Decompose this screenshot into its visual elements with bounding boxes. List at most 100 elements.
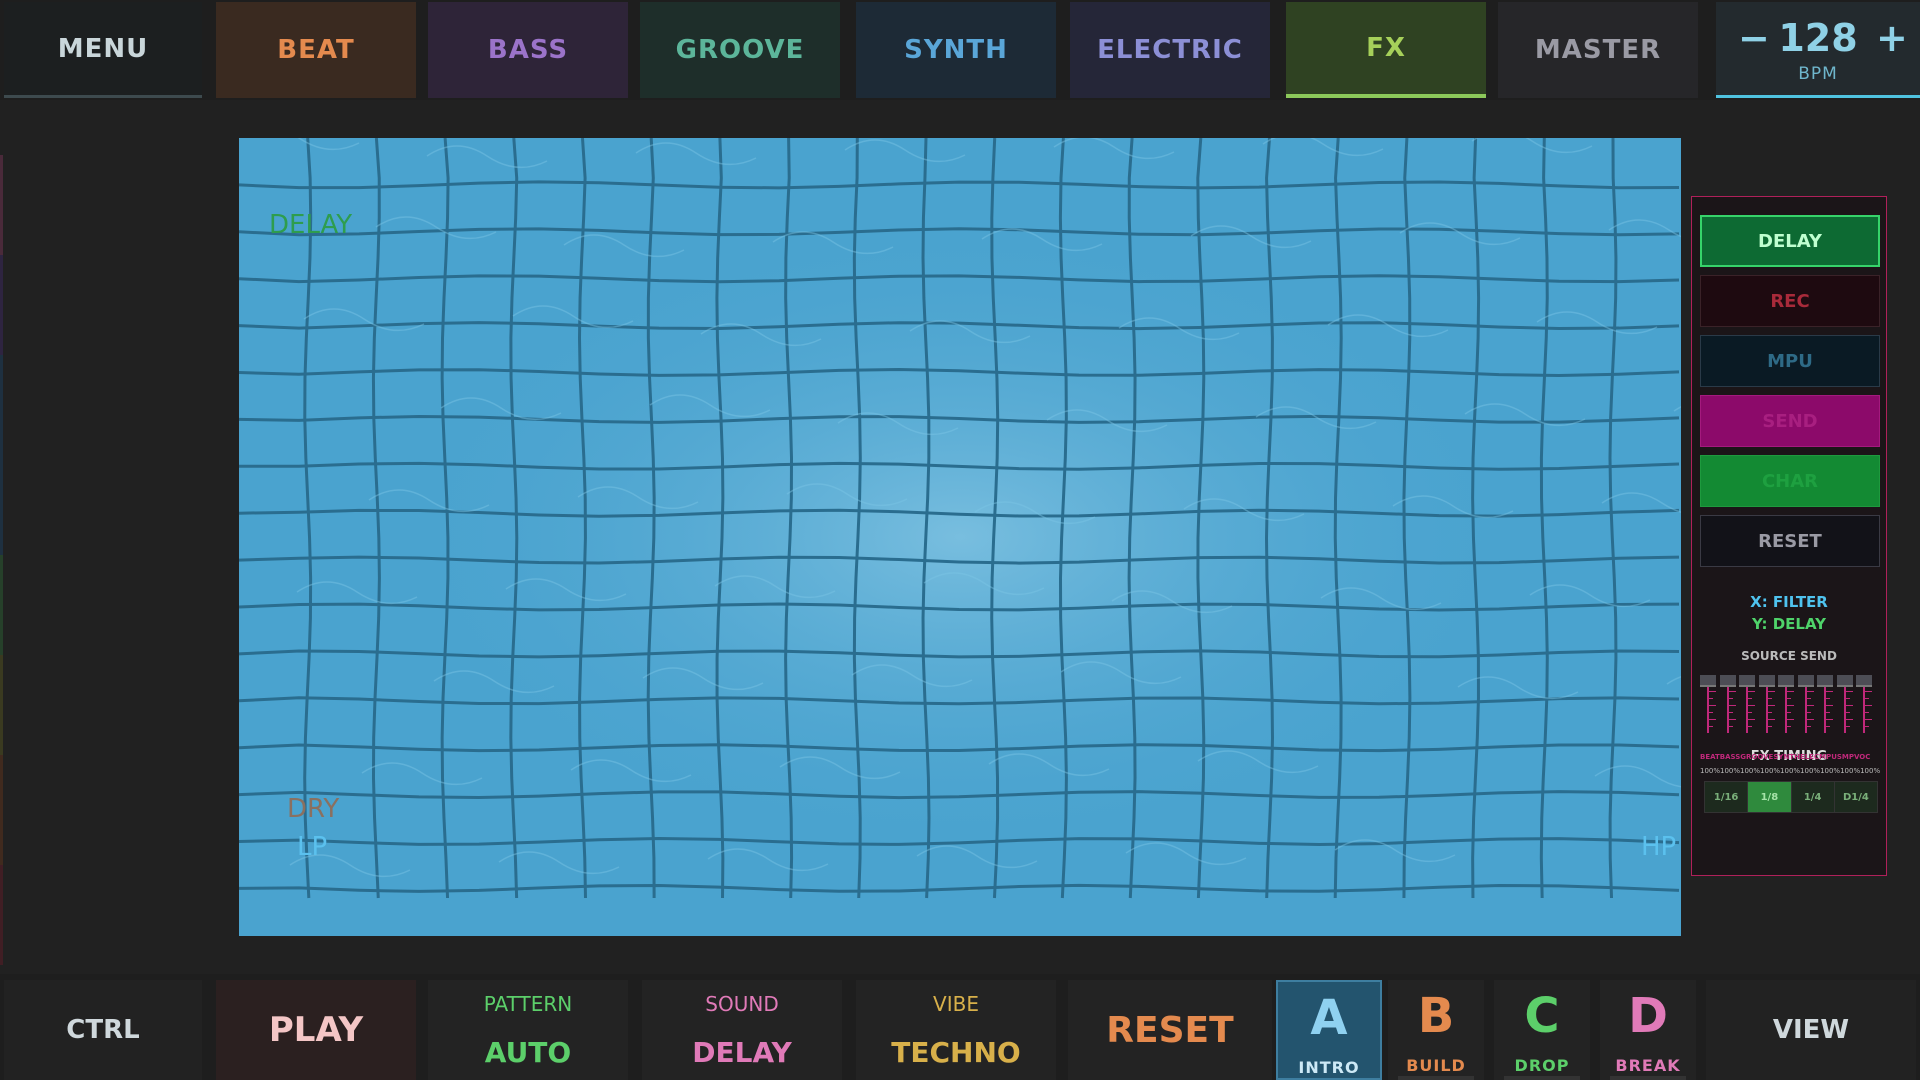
menu-button[interactable]: MENU [4, 2, 202, 98]
fader-tick [1787, 712, 1791, 713]
tab-synth[interactable]: SYNTH [856, 2, 1056, 98]
timing-1-8-button[interactable]: 1/8 [1748, 782, 1792, 812]
scene-a-name: INTRO [1298, 1058, 1360, 1077]
fader-tick [1845, 691, 1853, 692]
fader-tick [1806, 691, 1814, 692]
bpm-decrease-button[interactable]: − [1738, 16, 1770, 60]
fader-knob[interactable] [1836, 675, 1853, 687]
source-send-fader[interactable] [1758, 675, 1775, 737]
fader-tick [1845, 705, 1853, 706]
scene-c-button[interactable]: C DROP [1494, 980, 1590, 1080]
source-send-faders[interactable] [1700, 675, 1880, 737]
fader-tick [1787, 705, 1794, 706]
fader-knob[interactable] [1719, 675, 1736, 687]
fader-knob[interactable] [1758, 675, 1775, 687]
top-navigation-bar: MENU BEAT BASS GROOVE SYNTH ELECTRIC FX … [0, 0, 1920, 100]
fader-tick [1728, 726, 1733, 727]
fader-tick [1865, 726, 1869, 727]
fader-tick [1806, 698, 1811, 699]
fx-mpu-button[interactable]: MPU [1700, 335, 1880, 387]
vibe-title: VIBE [933, 992, 979, 1016]
fader-tick [1845, 698, 1850, 699]
y-axis-info: Y: DELAY [1751, 615, 1827, 633]
scene-b-name: BUILD [1406, 1056, 1466, 1075]
fader-tick [1748, 705, 1755, 706]
edge-strip-fx [0, 655, 3, 755]
source-send-fader[interactable] [1778, 675, 1794, 737]
timing-1-16-button[interactable]: 1/16 [1705, 782, 1749, 812]
fader-tick [1865, 712, 1869, 713]
fader-tick [1826, 712, 1830, 713]
fader-tick [1767, 705, 1775, 706]
tab-bass[interactable]: BASS [428, 2, 628, 98]
fader-tick [1709, 726, 1713, 727]
source-send-fader[interactable] [1856, 675, 1872, 737]
fader-tick [1748, 726, 1752, 727]
fader-knob[interactable] [1778, 675, 1794, 687]
fx-rec-button[interactable]: REC [1700, 275, 1880, 327]
fader-tick [1728, 712, 1733, 713]
fader-tick [1865, 705, 1872, 706]
fader-tick [1728, 705, 1736, 706]
tab-fx[interactable]: FX [1286, 2, 1486, 98]
fader-tick [1806, 705, 1814, 706]
x-axis-info: X: FILTER [1750, 593, 1828, 611]
fx-side-panel: DELAY REC MPU SEND CHAR RESET X: FILTER … [1691, 196, 1887, 876]
scene-b-progress [1398, 1076, 1474, 1080]
source-send-fader[interactable] [1739, 675, 1755, 737]
sound-title: SOUND [705, 992, 779, 1016]
fader-tick [1826, 705, 1833, 706]
scene-c-letter: C [1524, 988, 1560, 1044]
fader-knob[interactable] [1856, 675, 1872, 687]
scene-b-button[interactable]: B BUILD [1388, 980, 1484, 1080]
fx-reset-button[interactable]: RESET [1700, 515, 1880, 567]
scene-c-progress [1504, 1076, 1580, 1080]
source-send-fader[interactable] [1817, 675, 1833, 737]
tab-beat[interactable]: BEAT [216, 2, 416, 98]
xy-pad[interactable]: DELAY DRY LP HP [239, 138, 1681, 936]
scene-d-button[interactable]: D BREAK [1600, 980, 1696, 1080]
scene-a-button[interactable]: A INTRO [1276, 980, 1382, 1080]
view-button[interactable]: VIEW [1706, 980, 1916, 1080]
reset-button[interactable]: RESET [1068, 980, 1272, 1080]
source-send-fader[interactable] [1700, 675, 1716, 737]
fader-knob[interactable] [1739, 675, 1755, 687]
fader-tick [1748, 698, 1752, 699]
fader-tick [1845, 719, 1853, 720]
timing-1-4-button[interactable]: 1/4 [1791, 782, 1835, 812]
edge-strip-groove [0, 355, 3, 455]
source-send-fader[interactable] [1797, 675, 1814, 737]
fader-tick [1826, 719, 1833, 720]
source-send-title: SOURCE SEND [1741, 649, 1837, 663]
edge-strip-synth [0, 455, 3, 555]
pattern-title: PATTERN [483, 992, 573, 1016]
source-send-fader[interactable] [1719, 675, 1736, 737]
fader-tick [1748, 719, 1755, 720]
ctrl-button[interactable]: CTRL [4, 980, 202, 1080]
scene-c-name: DROP [1514, 1056, 1570, 1075]
vibe-selector[interactable]: VIBE TECHNO [856, 980, 1056, 1080]
edge-strip-electric [0, 555, 3, 655]
source-send-fader[interactable] [1836, 675, 1853, 737]
tab-groove[interactable]: GROOVE [640, 2, 840, 98]
pattern-value: AUTO [484, 1036, 572, 1069]
bpm-increase-button[interactable]: + [1876, 16, 1908, 60]
fx-send-button[interactable]: SEND [1700, 395, 1880, 447]
fader-tick [1767, 698, 1772, 699]
fader-knob[interactable] [1817, 675, 1833, 687]
play-button[interactable]: PLAY [216, 980, 416, 1080]
tab-electric[interactable]: ELECTRIC [1070, 2, 1270, 98]
sound-selector[interactable]: SOUND DELAY [642, 980, 842, 1080]
fx-char-button[interactable]: CHAR [1700, 455, 1880, 507]
fader-tick [1865, 698, 1869, 699]
tab-master[interactable]: MASTER [1498, 2, 1698, 98]
fader-tick [1767, 712, 1772, 713]
fader-tick [1709, 691, 1716, 692]
fader-knob[interactable] [1700, 675, 1716, 687]
pattern-selector[interactable]: PATTERN AUTO [428, 980, 628, 1080]
fader-knob[interactable] [1797, 675, 1814, 687]
timing-d1-4-button[interactable]: D1/4 [1834, 782, 1877, 812]
fader-tick [1787, 726, 1791, 727]
fx-delay-button[interactable]: DELAY [1700, 215, 1880, 267]
scene-a-letter: A [1310, 990, 1348, 1046]
